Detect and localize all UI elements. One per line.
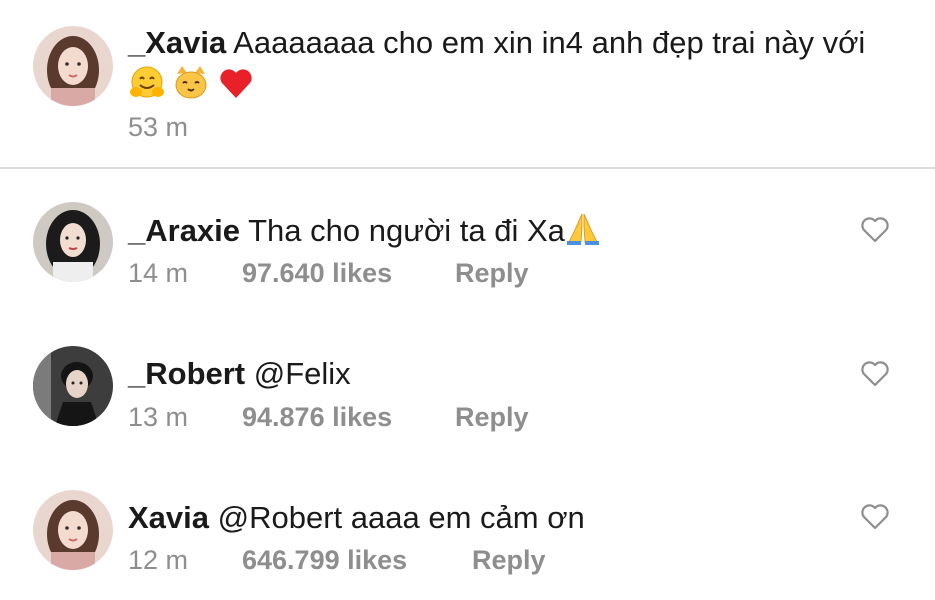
avatar[interactable] [33, 346, 113, 426]
caption-time: 53 m [128, 112, 189, 142]
comment-text: @Felix [253, 356, 351, 391]
reply-button[interactable]: Reply [455, 256, 529, 290]
like-heart-icon[interactable] [860, 216, 890, 244]
comment-text: Tha cho người ta đi Xa [248, 213, 565, 248]
comment-meta: 14 m 97.640 likes Reply [128, 256, 529, 290]
comment-line: _Araxie Tha cho người ta đi Xa [128, 211, 601, 251]
comment-time: 12 m [128, 545, 189, 575]
reply-button[interactable]: Reply [455, 400, 529, 434]
comment-username[interactable]: _Araxie [128, 213, 240, 248]
folded-hands-icon [565, 212, 601, 246]
caption-username[interactable]: _Xavia [128, 25, 226, 60]
avatar[interactable] [33, 26, 113, 106]
like-heart-icon[interactable] [860, 503, 890, 531]
hugging-face-emoji-icon [128, 64, 166, 102]
caption-text: Aaaaaaaa cho em xin in4 anh đẹp trai này… [233, 25, 866, 60]
avatar[interactable] [33, 490, 113, 570]
comment-likes[interactable]: 646.799 likes [242, 543, 407, 577]
comment-likes[interactable]: 97.640 likes [242, 256, 392, 290]
reply-button[interactable]: Reply [472, 543, 546, 577]
like-heart-icon[interactable] [860, 360, 890, 388]
red-heart-icon [217, 64, 255, 102]
comment-meta: 13 m 94.876 likes Reply [128, 400, 529, 434]
caption-line: _Xavia Aaaaaaaa cho em xin in4 anh đẹp t… [128, 23, 865, 63]
avatar[interactable] [33, 202, 113, 282]
caption-emojis [128, 64, 257, 102]
comment-username[interactable]: Xavia [128, 500, 209, 535]
comment-line: Xavia @Robert aaaa em cảm ơn [128, 498, 585, 538]
comment-text: @Robert aaaa em cảm ơn [217, 500, 585, 535]
comment-time: 14 m [128, 258, 189, 288]
comment-username[interactable]: _Robert [128, 356, 245, 391]
comment-likes[interactable]: 94.876 likes [242, 400, 392, 434]
divider [0, 167, 935, 169]
comment-meta: 12 m 646.799 likes Reply [128, 543, 546, 577]
cat-face-icon [172, 64, 210, 102]
comment-line: _Robert @Felix [128, 354, 351, 394]
post-caption: _Xavia Aaaaaaaa cho em xin in4 anh đẹp t… [0, 0, 935, 168]
comment-time: 13 m [128, 402, 189, 432]
